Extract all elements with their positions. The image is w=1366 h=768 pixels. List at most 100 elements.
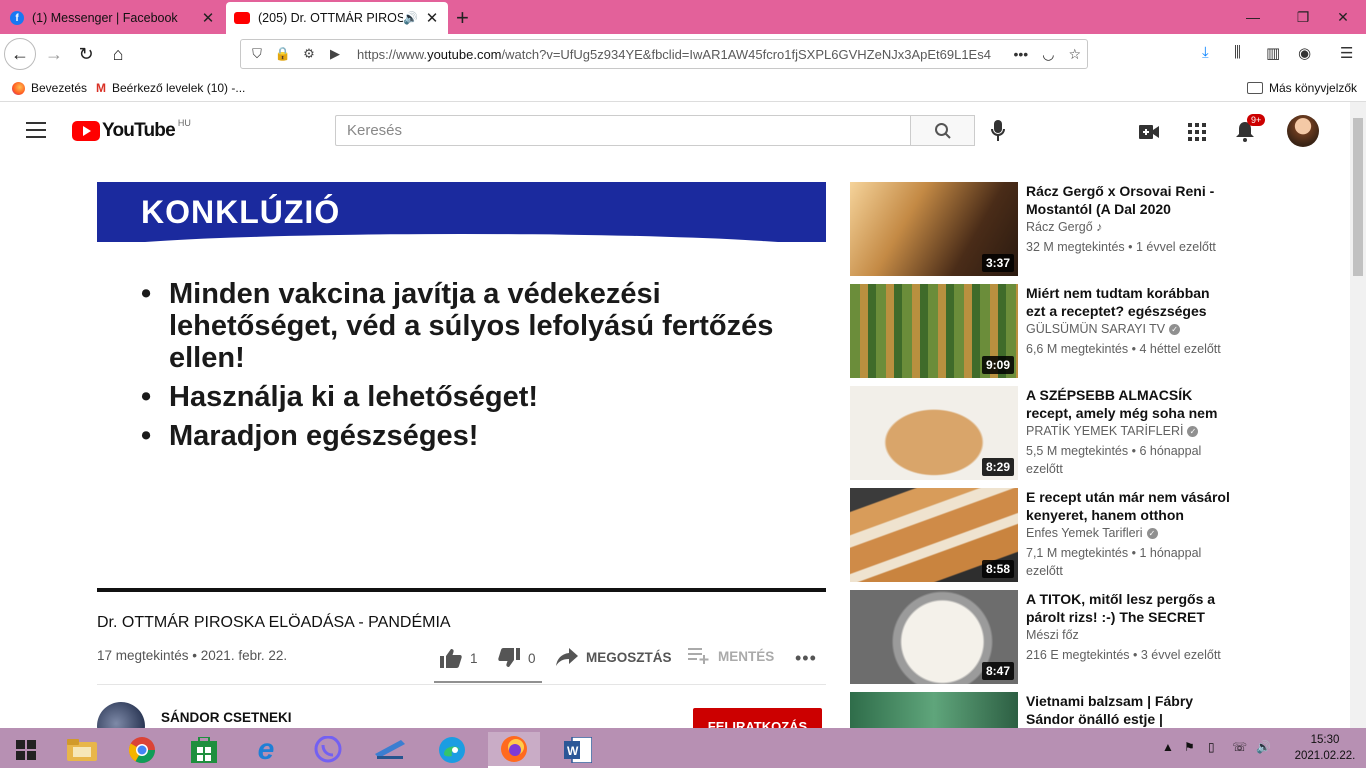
- video-thumbnail[interactable]: 9:09: [850, 284, 1018, 378]
- video-duration: 9:09: [981, 356, 1014, 374]
- apps-grid-icon[interactable]: [1185, 120, 1209, 144]
- share-button[interactable]: MEGOSZTÁS: [556, 648, 672, 666]
- recommended-video-meta: 32 M megtekintés • 1 évvel ezelőtt: [1026, 240, 1216, 254]
- start-button[interactable]: [0, 732, 52, 768]
- viber-icon[interactable]: [302, 732, 354, 768]
- video-player[interactable]: KONKLÚZIÓ Minden vakcina javítja a védek…: [97, 182, 826, 592]
- like-count: 1: [470, 650, 478, 666]
- recommended-video-channel[interactable]: Enfes Yemek Tarifleri ✓: [1026, 526, 1158, 540]
- video-thumbnail[interactable]: 3:37: [850, 182, 1018, 276]
- video-thumbnail[interactable]: [850, 692, 1018, 728]
- address-bar[interactable]: ⛉ 🔒 ⚙ ▶ https://www.youtube.com/watch?v=…: [240, 39, 1088, 69]
- user-avatar[interactable]: [1287, 115, 1319, 147]
- video-thumbnail[interactable]: 8:47: [850, 590, 1018, 684]
- browser-nav-bar: ← → ↻ ⌂ ⛉ 🔒 ⚙ ▶ https://www.youtube.com/…: [0, 34, 1366, 74]
- recommended-video-channel[interactable]: Mészi főz: [1026, 628, 1079, 642]
- network-icon[interactable]: ☏: [1232, 740, 1247, 754]
- forward-button[interactable]: →: [38, 38, 70, 70]
- playlist-add-icon: [688, 648, 709, 664]
- channel-name[interactable]: SÁNDOR CSETNEKI: [161, 710, 292, 725]
- word-icon[interactable]: W: [552, 732, 604, 768]
- tab-messenger[interactable]: f (1) Messenger | Facebook ✕: [2, 2, 224, 34]
- permissions-icon[interactable]: ⚙: [299, 46, 319, 62]
- search-button[interactable]: [910, 115, 975, 146]
- close-tab-icon[interactable]: ✕: [200, 9, 216, 27]
- page-scrollbar[interactable]: [1350, 102, 1366, 728]
- scrollbar-thumb[interactable]: [1353, 118, 1363, 276]
- folder-icon: [1247, 82, 1263, 94]
- recommended-video-title[interactable]: A TITOK, mitől lesz pergős a párolt rizs…: [1026, 590, 1230, 626]
- menu-icon[interactable]: ☰: [1340, 44, 1353, 62]
- minimize-button[interactable]: —: [1230, 0, 1276, 34]
- more-actions-icon[interactable]: •••: [795, 648, 817, 669]
- recommended-video[interactable]: 8:29 A SZÉPSEBB ALMACSÍK recept, amely m…: [850, 386, 1230, 480]
- download-icon[interactable]: ⤓: [1202, 44, 1209, 61]
- recommended-video-title[interactable]: A SZÉPSEBB ALMACSÍK recept, amely még so…: [1026, 386, 1230, 422]
- scanner-icon[interactable]: [364, 732, 416, 768]
- pocket-icon[interactable]: ◡: [1042, 46, 1054, 63]
- recommended-video-channel[interactable]: Rácz Gergő ♪: [1026, 220, 1102, 234]
- back-button[interactable]: ←: [4, 38, 36, 70]
- bookmark-star-icon[interactable]: ☆: [1068, 46, 1081, 63]
- action-center-flag-icon[interactable]: ⚑: [1184, 740, 1195, 754]
- recommended-video[interactable]: 3:37 Rácz Gergő x Orsovai Reni - Mostant…: [850, 182, 1230, 276]
- other-bookmarks[interactable]: Más könyvjelzők: [1247, 81, 1357, 95]
- new-tab-button[interactable]: +: [456, 5, 469, 31]
- recommended-video-title[interactable]: Vietnami balzsam | Fábry Sándor önálló e…: [1026, 692, 1230, 728]
- internet-explorer-icon[interactable]: e: [240, 732, 292, 768]
- url-text[interactable]: https://www.youtube.com/watch?v=UfUg5z93…: [357, 47, 1017, 62]
- youtube-logo[interactable]: YouTube HU: [72, 118, 191, 142]
- close-window-button[interactable]: ✕: [1320, 0, 1366, 34]
- library-icon[interactable]: ⫼: [1234, 44, 1241, 61]
- firefox-taskbar-icon[interactable]: [488, 732, 540, 768]
- slide-bullet: Maradjon egészséges!: [141, 420, 791, 452]
- video-duration: 8:58: [981, 560, 1014, 578]
- autoplay-blocked-icon[interactable]: ▶: [325, 46, 345, 62]
- page-actions-icon[interactable]: •••: [1014, 46, 1029, 63]
- show-hidden-icons-icon[interactable]: ▲: [1162, 740, 1174, 754]
- recommended-video[interactable]: Vietnami balzsam | Fábry Sándor önálló e…: [850, 692, 1230, 728]
- recommended-video-title[interactable]: Rácz Gergő x Orsovai Reni - Mostantól (A…: [1026, 182, 1230, 218]
- bookmark-gmail[interactable]: M Beérkező levelek (10) -...: [96, 81, 245, 95]
- recommended-video[interactable]: 9:09 Miért nem tudtam korábban ezt a rec…: [850, 284, 1230, 378]
- video-thumbnail[interactable]: 8:58: [850, 488, 1018, 582]
- like-ratio-bar: [434, 681, 542, 683]
- edge-icon[interactable]: [426, 732, 478, 768]
- shield-icon[interactable]: ⛉: [247, 46, 267, 62]
- system-clock[interactable]: 15:30 2021.02.22.: [1290, 732, 1360, 764]
- bookmark-bevezetes[interactable]: Bevezetés: [12, 81, 87, 95]
- sidebar-icon[interactable]: ▥: [1266, 44, 1280, 62]
- notification-badge: 9+: [1247, 114, 1266, 126]
- video-meta: 17 megtekintés • 2021. febr. 22.: [97, 648, 288, 663]
- tab-youtube[interactable]: (205) Dr. OTTMÁR PIROSKA 🔊 ✕: [226, 2, 448, 34]
- create-video-icon[interactable]: [1137, 120, 1161, 144]
- bookmarks-toolbar: Bevezetés M Beérkező levelek (10) -... M…: [0, 74, 1366, 102]
- battery-icon[interactable]: ▯: [1208, 740, 1215, 754]
- file-explorer-icon[interactable]: [56, 732, 108, 768]
- clock-time: 15:30: [1310, 734, 1340, 746]
- volume-icon[interactable]: 🔊: [1256, 740, 1271, 754]
- recommended-video-channel[interactable]: GÜLSÜMÜN SARAYI TV ✓: [1026, 322, 1181, 336]
- speaker-icon[interactable]: 🔊: [403, 11, 418, 25]
- recommended-video[interactable]: 8:47 A TITOK, mitől lesz pergős a párolt…: [850, 590, 1230, 684]
- reload-button[interactable]: ↻: [70, 38, 102, 70]
- recommended-video-title[interactable]: E recept után már nem vásárol kenyeret, …: [1026, 488, 1230, 524]
- lock-icon[interactable]: 🔒: [273, 46, 293, 62]
- chrome-icon[interactable]: [116, 732, 168, 768]
- recommended-video-meta: 7,1 M megtekintés • 1 hónappal ezelőtt: [1026, 546, 1202, 578]
- home-button[interactable]: ⌂: [102, 38, 134, 70]
- recommended-video-channel[interactable]: PRATİK YEMEK TARİFLERİ ✓: [1026, 424, 1199, 438]
- search-input[interactable]: Keresés: [335, 115, 911, 146]
- dislike-button[interactable]: 0: [498, 648, 536, 668]
- recommended-video[interactable]: 8:58 E recept után már nem vásárol kenye…: [850, 488, 1230, 582]
- save-button[interactable]: MENTÉS: [688, 648, 774, 664]
- recommended-video-title[interactable]: Miért nem tudtam korábban ezt a receptet…: [1026, 284, 1230, 320]
- store-icon[interactable]: [178, 732, 230, 768]
- account-icon[interactable]: ◉: [1298, 44, 1311, 62]
- close-tab-icon[interactable]: ✕: [424, 9, 440, 27]
- like-button[interactable]: 1: [440, 648, 478, 668]
- guide-menu-icon[interactable]: [26, 122, 46, 143]
- video-thumbnail[interactable]: 8:29: [850, 386, 1018, 480]
- voice-search-icon[interactable]: [988, 120, 1008, 142]
- youtube-play-icon: [72, 121, 100, 141]
